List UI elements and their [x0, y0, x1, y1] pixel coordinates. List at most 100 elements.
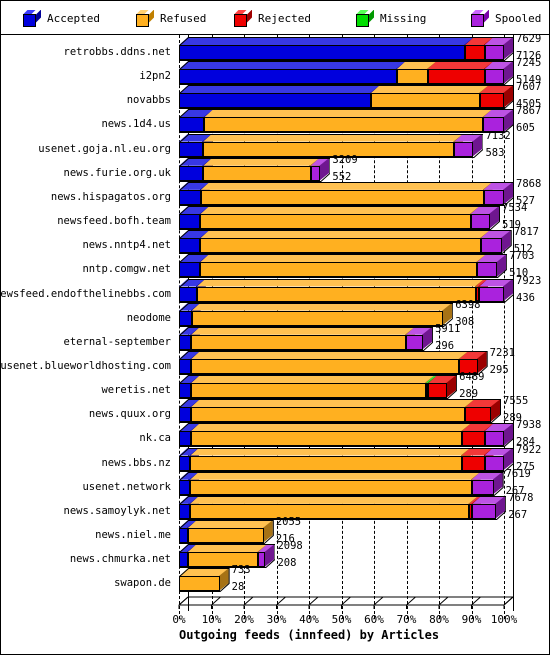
category-label: eternal-september — [63, 335, 171, 348]
bar-segment-accepted — [179, 141, 204, 157]
bar-segment-refused — [190, 503, 470, 519]
category-label: news.1d4.us — [101, 118, 171, 131]
x-tick-label: 20% — [234, 613, 254, 627]
legend-item-rejected: Rejected — [234, 7, 311, 29]
bar-value-secondary: 267 — [508, 508, 528, 521]
bar-segment-spooled — [484, 431, 504, 447]
bar-value-secondary: 208 — [277, 557, 297, 570]
legend-label: Rejected — [258, 11, 311, 25]
bar-segment-accepted — [179, 383, 192, 399]
bar-value-secondary: 296 — [435, 339, 455, 352]
chart-screenshot: Accepted Refused Rejected Missing Spooled re… — [0, 0, 550, 655]
bar-segment-accepted — [179, 503, 191, 519]
category-label: i2pn2 — [139, 70, 171, 83]
x-tick-label: 0% — [172, 613, 186, 627]
bar-segment-top — [179, 85, 380, 94]
bar-value-total: 7607 — [516, 81, 542, 94]
bar-segment-refused — [190, 431, 462, 447]
plot-area: retrobbs.ddns.net 7629 7126 i2pn2 7245 5149 no… — [0, 34, 549, 654]
bar-segment-top — [190, 423, 471, 432]
bar-value-secondary: 289 — [459, 388, 479, 401]
bar-segment-spooled — [258, 552, 266, 568]
category-label: news.furie.org.uk — [63, 166, 171, 179]
bar-segment-top — [203, 133, 464, 142]
legend-label: Accepted — [47, 11, 100, 25]
bar-segment-spooled — [483, 189, 504, 205]
category-label: nntp.comgw.net — [82, 263, 171, 276]
bar-segment-top — [200, 181, 493, 190]
category-label: news.niel.me — [95, 529, 171, 541]
category-label: swapon.de — [114, 577, 171, 590]
bar-value-secondary: 436 — [516, 291, 535, 304]
bar-value-total: 733 — [231, 564, 251, 577]
bar-segment-refused — [191, 310, 444, 326]
category-label: newsfeed.bofh.team — [57, 215, 171, 228]
bar-segment-rejected — [461, 455, 485, 471]
bar-segment-refused — [191, 358, 460, 374]
bar-segment-top — [190, 471, 481, 480]
bar-segment-rejected — [461, 431, 485, 447]
bar-segment-top — [203, 157, 320, 166]
bar-segment-refused — [196, 286, 476, 302]
bar-segment-spooled — [480, 238, 502, 254]
category-label: nk.ca — [139, 432, 171, 445]
category-label: news.bbs.nz — [101, 456, 171, 469]
bar-segment-spooled — [476, 262, 498, 278]
x-tick-label: 50% — [331, 613, 352, 627]
chart-title: Outgoing feeds (innfeed) by Articles — [179, 628, 440, 643]
bar-segment-top — [191, 350, 469, 359]
x-tick-label: 90% — [461, 613, 482, 627]
bar-segment-top — [427, 61, 494, 70]
bar-segment-accepted — [179, 214, 201, 230]
legend-label: Spooled — [495, 11, 542, 25]
bar-value-total: 7817 — [513, 226, 540, 239]
bar-value-total: 7245 — [516, 57, 542, 70]
bar-value-secondary: 28 — [231, 581, 245, 594]
chart-legend: Accepted Refused Rejected Missing Spooled — [1, 1, 549, 35]
bar-segment-accepted — [179, 165, 204, 181]
category-label: neodome — [126, 311, 171, 324]
bar-segment-rejected — [465, 45, 485, 60]
bar-segment-accepted — [179, 334, 192, 350]
legend-label: Refused — [160, 11, 207, 25]
bar-segment-accepted — [179, 358, 192, 374]
category-label: novabbs — [126, 94, 171, 107]
category-label: usenet.goja.nl.eu.org — [38, 142, 171, 155]
bar-value-total: 2098 — [277, 540, 303, 553]
bar-segment-refused — [190, 479, 472, 495]
bar-segment-refused — [190, 455, 462, 471]
category-label: weretis.net — [101, 384, 171, 397]
bar-segment-spooled — [479, 286, 504, 302]
bar-segment-rejected — [479, 93, 504, 109]
bar-segment-refused — [203, 165, 311, 181]
bar-value-total: 7923 — [516, 274, 542, 287]
gridline-back — [513, 35, 514, 612]
cube-icon — [136, 9, 154, 27]
bar-segment-accepted — [179, 479, 190, 495]
bar-value-total: 7922 — [516, 443, 542, 456]
bar-segment-spooled — [472, 503, 497, 519]
bar-segment-top — [179, 61, 406, 70]
category-label: retrobbs.ddns.net — [63, 46, 171, 58]
legend-label: Missing — [380, 11, 427, 25]
bar-segment-refused — [187, 528, 264, 543]
bar-segment-refused — [200, 189, 484, 205]
x-tick-label: 80% — [429, 613, 449, 627]
cube-icon — [471, 9, 489, 27]
bar-segment-refused — [204, 117, 483, 133]
category-label: news.nntp4.net — [82, 239, 171, 252]
bar-segment-top — [200, 230, 490, 239]
bar-segment-accepted — [179, 552, 188, 568]
bar-segment-refused — [179, 576, 220, 592]
bar-segment-spooled — [405, 334, 424, 350]
bar-value-secondary: 605 — [516, 122, 535, 135]
bar-value-total: 7619 — [505, 467, 531, 480]
bar-segment-spooled — [484, 455, 504, 471]
bar-segment-accepted — [179, 69, 397, 85]
bar-segment-top — [191, 326, 415, 335]
bar-value-total: 7703 — [509, 250, 535, 263]
legend-item-missing: Missing — [356, 7, 426, 29]
bar-segment-accepted — [179, 310, 192, 326]
bar-segment-accepted — [179, 189, 201, 205]
bar-segment-top — [190, 495, 479, 504]
